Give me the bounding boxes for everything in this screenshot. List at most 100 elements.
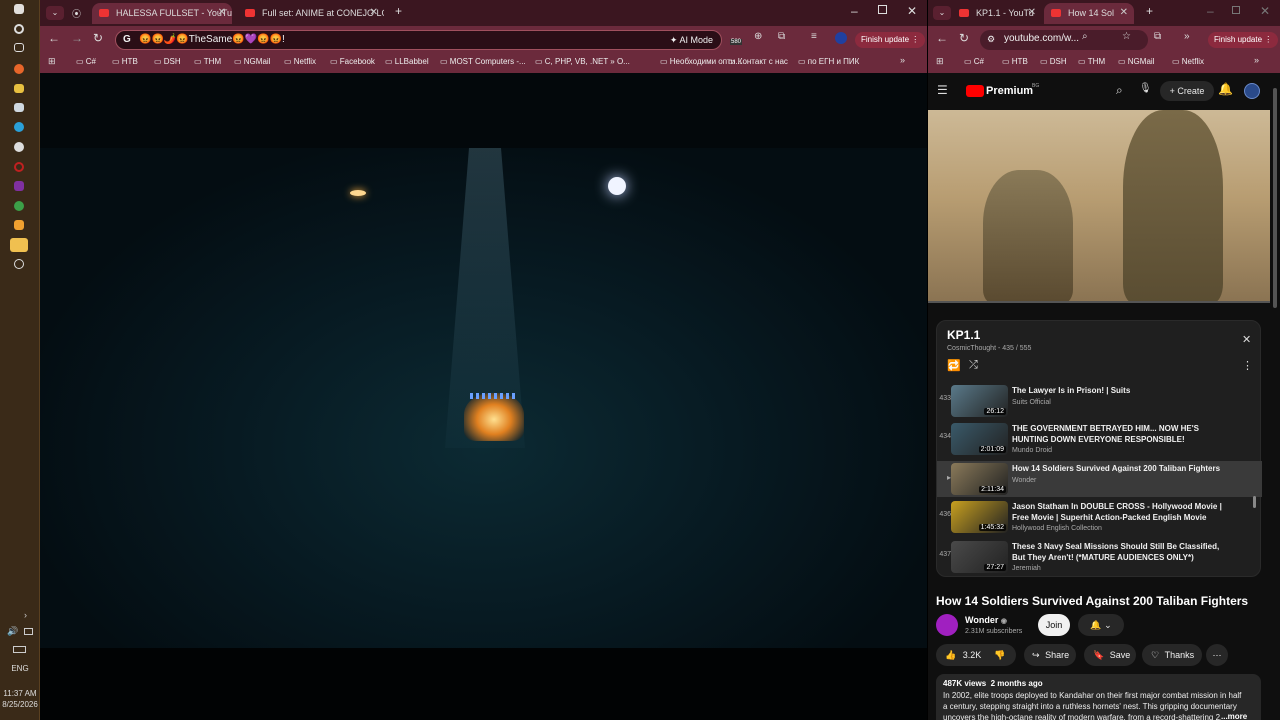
scrollbar[interactable] [1273, 88, 1277, 308]
video-player[interactable] [928, 110, 1270, 303]
extension-icon[interactable]: ⊕ [754, 31, 762, 42]
new-tab-icon[interactable]: + [1146, 4, 1153, 18]
opera-icon[interactable] [14, 162, 24, 172]
shuffle-icon[interactable]: ⤮ [969, 359, 978, 372]
share-button[interactable]: ↪ Share [1024, 644, 1076, 666]
photos-icon[interactable] [14, 103, 24, 112]
tab-anime[interactable]: Full set: ANIME at CONEJO LO ✕ [238, 3, 384, 24]
app-icon[interactable] [14, 142, 24, 152]
forward-icon[interactable]: → [71, 31, 83, 45]
playlist-item-thumbnail[interactable]: 27:27 [951, 541, 1008, 573]
bookmark-item[interactable]: ▭ по ЕГН и ПИК [798, 57, 859, 66]
bookmark-item[interactable]: ▭ НТВ [112, 57, 138, 66]
volume-icon[interactable]: 🔊 [7, 626, 18, 637]
playlist-item-thumbnail[interactable]: 1:45:32 [951, 501, 1008, 533]
maximize-icon[interactable] [878, 5, 887, 14]
sublime-icon[interactable] [14, 220, 24, 230]
playlist-item[interactable]: 436 1:45:32 Jason Statham In DOUBLE CROSS … [937, 499, 1262, 535]
tab-how-14-soldiers[interactable]: How 14 Sol ✕ [1044, 3, 1134, 24]
extensions-puzzle-icon[interactable]: ⧉ [778, 31, 785, 42]
bookmark-item[interactable]: ▭ C, PHP, VB, .NET » O... [535, 57, 630, 66]
task-view-icon[interactable] [14, 43, 24, 52]
bookmark-item[interactable]: ▭ Netflix [284, 57, 316, 66]
dislike-button[interactable]: 👎 [994, 644, 1005, 666]
more-tools-icon[interactable]: » [1184, 31, 1190, 42]
playlist-scrollbar[interactable] [1253, 496, 1256, 508]
bookmark-item[interactable]: ▭ Netflix [1172, 57, 1204, 66]
playlist-item[interactable]: 433 26:12 The Lawyer Is in Prison! | Suits… [937, 383, 1262, 419]
tab-search-icon[interactable]: ⌄ [46, 6, 64, 20]
extension-badge[interactable]: 580 [730, 39, 743, 45]
like-button[interactable]: 👍 3.2K [945, 644, 981, 666]
account-avatar[interactable] [1244, 83, 1260, 99]
keyboard-icon[interactable] [13, 646, 26, 653]
apps-icon[interactable]: ⊞ [936, 56, 944, 67]
join-button[interactable]: Join [1038, 614, 1070, 636]
zoom-icon[interactable]: ⌕ [1082, 31, 1088, 42]
clock[interactable]: 11:37 AM 8/25/2026 [0, 688, 40, 710]
close-tab-icon[interactable]: ✕ [1120, 3, 1128, 23]
loop-icon[interactable]: 🔁 [947, 359, 961, 372]
search-icon[interactable]: ⌕ [1116, 83, 1123, 98]
bookmark-item[interactable]: ▭ ТНМ [194, 57, 221, 66]
close-playlist-icon[interactable]: ✕ [1242, 333, 1251, 346]
channel-name[interactable]: Wonder ◉ [965, 615, 1007, 625]
menu-icon[interactable]: ☰ [937, 83, 948, 97]
tab-search-icon[interactable]: ⌄ [933, 6, 951, 20]
notifications-bell-icon[interactable]: 🔔 [1218, 82, 1233, 96]
create-button[interactable]: + Create [1160, 81, 1214, 101]
playlist-item-thumbnail[interactable]: 2:01:09 [951, 423, 1008, 455]
files-icon[interactable] [14, 84, 24, 93]
youtube-logo[interactable] [966, 85, 984, 97]
finish-update-button[interactable]: Finish update ⋮ [1208, 32, 1279, 48]
chrome-icon[interactable] [14, 201, 24, 211]
onenote-icon[interactable] [14, 181, 24, 191]
finish-update-button[interactable]: Finish update ⋮ [855, 32, 926, 48]
back-icon[interactable]: ← [48, 31, 60, 45]
tab-kp11[interactable]: KP1.1 - YouTu ✕ [952, 3, 1042, 24]
thanks-button[interactable]: ♡ Thanks [1142, 644, 1202, 666]
channel-avatar[interactable] [936, 614, 958, 636]
playlist-item[interactable]: 434 2:01:09 THE GOVERNMENT BETRAYED HIM...… [937, 421, 1262, 457]
apps-icon[interactable]: ⊞ [48, 56, 56, 67]
reload-icon[interactable]: ↻ [93, 31, 103, 45]
reload-icon[interactable]: ↻ [959, 31, 969, 45]
bookmark-item[interactable]: ▭ MOST Computers -... [440, 57, 526, 66]
bookmark-star-icon[interactable]: ☆ [1122, 31, 1131, 42]
bookmark-item[interactable]: ▭ C# [76, 57, 96, 66]
ai-mode-button[interactable]: ✦ AI Mode [670, 33, 713, 47]
bookmark-item[interactable]: ▭ Facebook [330, 57, 375, 66]
close-tab-icon[interactable]: ✕ [1028, 3, 1036, 23]
bookmark-item[interactable]: ▭ НТВ [1002, 57, 1028, 66]
bookmark-item[interactable]: ▭ C# [964, 57, 984, 66]
chrome-active-icon[interactable] [10, 238, 28, 252]
back-icon[interactable]: ← [936, 31, 948, 45]
windows-start-icon[interactable] [14, 4, 24, 14]
close-window-icon[interactable]: ✕ [1260, 4, 1270, 18]
playlist-item[interactable]: ▸ 2:11:34 How 14 Soldiers Survived Against… [937, 461, 1262, 497]
playlist-title[interactable]: KP1.1 [947, 328, 980, 342]
close-tab-icon[interactable]: ✕ [218, 3, 226, 23]
site-info-icon[interactable]: ⚙ [987, 30, 995, 48]
tab-halessa[interactable]: HALESSA FULLSET - YouTu ✕ [92, 3, 232, 24]
bookmark-item[interactable]: ▭ ТНМ [1078, 57, 1105, 66]
bookmark-item[interactable]: ▭ NGMail [234, 57, 270, 66]
close-window-icon[interactable]: ✕ [907, 4, 917, 18]
minimize-icon[interactable]: – [1207, 4, 1214, 18]
search-icon[interactable] [14, 24, 24, 34]
network-icon[interactable] [24, 628, 33, 635]
more-options-icon[interactable]: ⋮ [1242, 359, 1253, 372]
subscribed-bell-button[interactable]: 🔔 ⌄ [1078, 614, 1124, 636]
playlist-item-thumbnail[interactable]: 2:11:34 [951, 463, 1008, 495]
video-player[interactable] [40, 73, 927, 720]
firefox-icon[interactable] [14, 64, 24, 74]
media-icon[interactable]: ≡ [811, 31, 817, 42]
save-button[interactable]: 🔖 Save [1084, 644, 1136, 666]
more-link[interactable]: ...more [1221, 712, 1248, 720]
description-box[interactable]: 487K views 2 months ago In 2002, elite t… [936, 674, 1261, 720]
language-indicator[interactable]: ENG [0, 664, 40, 673]
maximize-icon[interactable] [1232, 6, 1240, 14]
edge-icon[interactable] [14, 122, 24, 132]
more-bookmarks-icon[interactable]: » [900, 55, 905, 65]
chevron-right-icon[interactable]: › [24, 610, 27, 620]
